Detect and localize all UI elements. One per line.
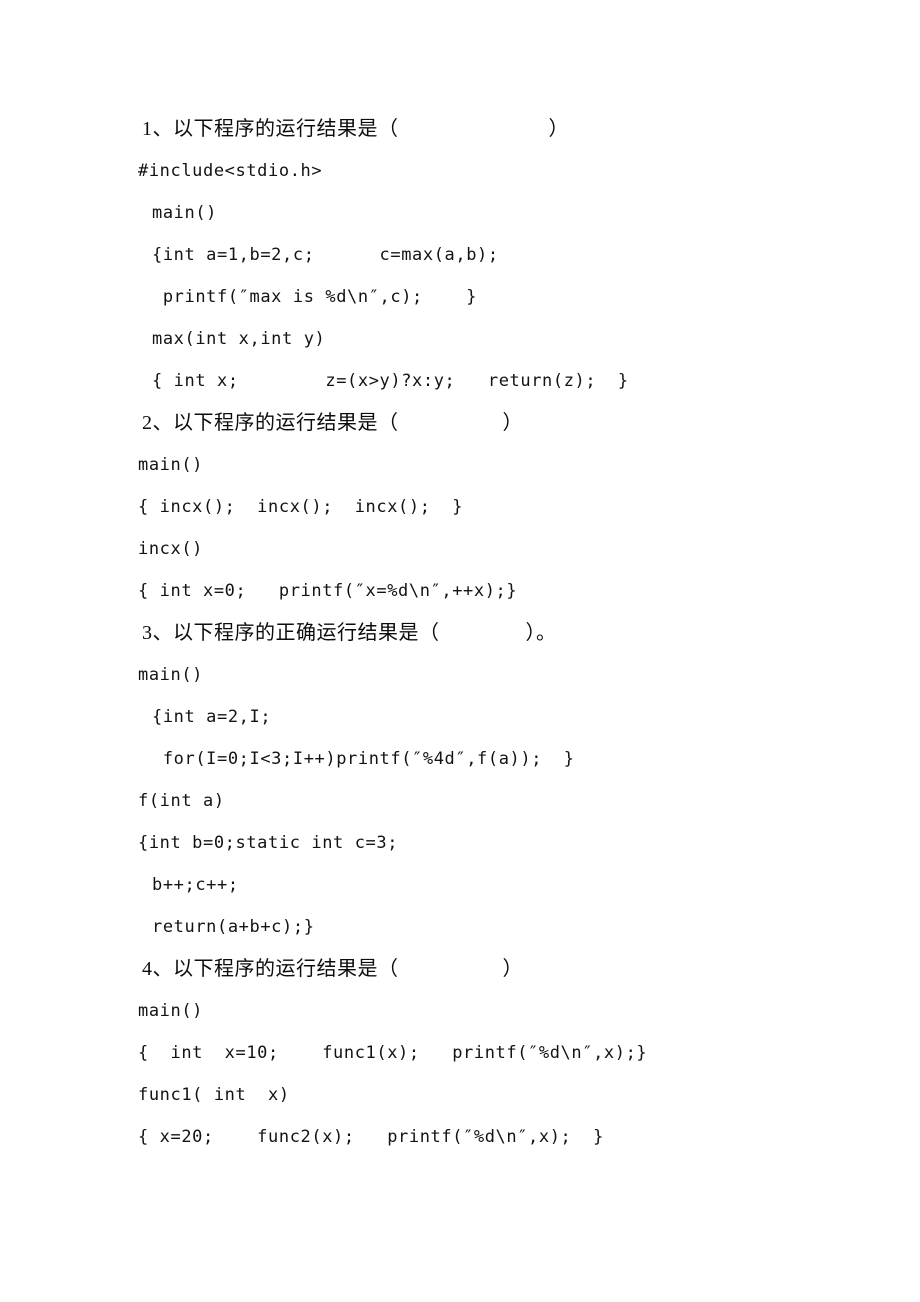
code-line: return(a+b+c);} [152, 917, 315, 937]
question-heading-text: 2、以下程序的运行结果是（ [142, 412, 399, 434]
code-line: main() [138, 665, 204, 685]
code-line: b++;c++; [152, 875, 239, 895]
code-line: { int x; z=(x>y)?x:y; return(z); } [152, 371, 629, 391]
question-heading-close: ） [548, 118, 569, 140]
code-line: main() [152, 203, 218, 223]
question-heading: 2、以下程序的运行结果是（ ） [138, 402, 858, 444]
question-heading-close: ）。 [525, 622, 557, 644]
question-heading: 4、以下程序的运行结果是（ ） [138, 948, 858, 990]
document-page: 1、以下程序的运行结果是（ ） #include<stdio.h> main() {in… [0, 0, 920, 1302]
code-line: { incx(); incx(); incx(); } [138, 497, 464, 517]
code-line: main() [138, 1001, 204, 1021]
code-line: #include<stdio.h> [138, 161, 323, 181]
code-line: incx() [138, 539, 204, 559]
question-heading-text: 3、以下程序的正确运行结果是（ [142, 622, 440, 644]
question-heading: 1、以下程序的运行结果是（ ） [138, 108, 858, 150]
question-heading: 3、以下程序的正确运行结果是（ ）。 [138, 612, 858, 654]
code-line: { int x=10; func1(x); printf(″%d\n″,x);} [138, 1043, 648, 1063]
code-line: { int x=0; printf(″x=%d\n″,++x);} [138, 581, 518, 601]
code-line: func1( int x) [138, 1085, 290, 1105]
question-heading-text: 1、以下程序的运行结果是（ [142, 118, 399, 140]
code-line: main() [138, 455, 204, 475]
code-line: {int b=0;static int c=3; [138, 833, 399, 853]
code-line: for(I=0;I<3;I++)printf(″%4d″,f(a)); } [152, 749, 575, 769]
code-line: { x=20; func2(x); printf(″%d\n″,x); } [138, 1127, 604, 1147]
code-line: {int a=2,I; [152, 707, 272, 727]
question-heading-close: ） [502, 412, 523, 434]
question-heading-text: 4、以下程序的运行结果是（ [142, 958, 399, 980]
code-line: printf(″max is %d\n″,c); } [152, 287, 478, 307]
code-line: {int a=1,b=2,c; c=max(a,b); [152, 245, 499, 265]
question-heading-close: ） [502, 958, 523, 980]
document-body: 1、以下程序的运行结果是（ ） #include<stdio.h> main() {in… [138, 108, 858, 1158]
code-line: max(int x,int y) [152, 329, 326, 349]
code-line: f(int a) [138, 791, 225, 811]
